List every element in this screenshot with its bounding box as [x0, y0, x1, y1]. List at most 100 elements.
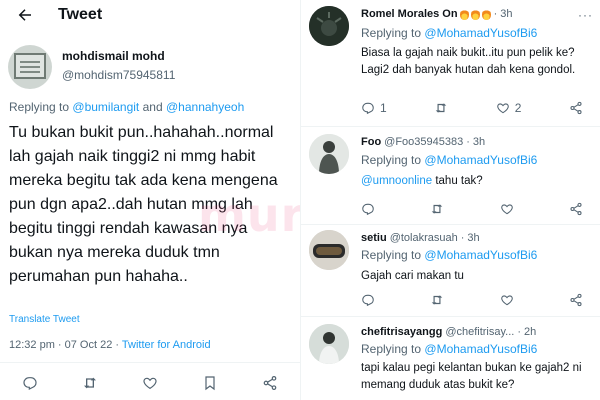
- like-button[interactable]: [142, 375, 158, 391]
- main-tweet-panel: Tweet mohdismail mohd @mohdism75945811 R…: [0, 0, 300, 400]
- reply-text-body: tahu tak?: [432, 175, 483, 187]
- replying-to-line: Replying to @MohamadYusofBi6: [361, 342, 597, 356]
- reply-icon: [23, 377, 37, 390]
- reply-action-bar: 1 2: [361, 101, 597, 115]
- share-icon: [263, 376, 277, 390]
- reply-author-name[interactable]: Romel Morales On: [361, 8, 458, 20]
- page-title: Tweet: [58, 6, 103, 23]
- timestamp[interactable]: 12:32 pm · 07 Oct 22 ·: [9, 339, 122, 351]
- separator-dot: ·: [493, 8, 498, 20]
- divider: [301, 126, 600, 127]
- more-icon[interactable]: ···: [578, 8, 593, 22]
- reply-count: 1: [380, 101, 387, 115]
- replying-to-line: Replying to @bumilangit and @hannahyeoh: [9, 100, 244, 114]
- reply-text: tapi kalau pegi kelantan bukan ke gajah2…: [361, 362, 582, 391]
- separator-dot: ·: [517, 326, 522, 338]
- reply-time[interactable]: 3h: [467, 232, 479, 244]
- author-name[interactable]: mohdismail mohd: [62, 49, 175, 63]
- divider: [301, 316, 600, 317]
- share-button[interactable]: [262, 375, 278, 391]
- tweet-metadata: 12:32 pm · 07 Oct 22 · Twitter for Andro…: [9, 339, 211, 351]
- flame-icon: [481, 8, 491, 20]
- retweet-button[interactable]: [82, 375, 98, 391]
- retweet-icon: [84, 377, 96, 389]
- replying-prefix: Replying to: [361, 342, 422, 356]
- reply-author-name[interactable]: setiu: [361, 232, 387, 244]
- mention-link[interactable]: @MohamadYusofBi6: [424, 26, 537, 40]
- replying-prefix: Replying to: [361, 26, 422, 40]
- reply-text: @umnoonline tahu tak?: [361, 173, 597, 190]
- replying-prefix: Replying to: [361, 153, 422, 167]
- bookmark-button[interactable]: [202, 375, 218, 391]
- reply-author-name[interactable]: chefitrisayangg: [361, 326, 442, 338]
- replying-prefix: Replying to: [9, 100, 70, 114]
- avatar[interactable]: [8, 45, 52, 89]
- reply-time[interactable]: 3h: [473, 136, 485, 148]
- reply-button[interactable]: [22, 375, 38, 391]
- replying-to-line: Replying to @MohamadYusofBi6: [361, 26, 597, 40]
- top-bar: Tweet: [0, 0, 300, 30]
- like-button[interactable]: [500, 202, 514, 216]
- retweet-icon: [432, 295, 443, 305]
- back-arrow-icon[interactable]: [14, 4, 36, 26]
- avatar[interactable]: [309, 324, 349, 364]
- share-icon: [570, 202, 582, 216]
- mention-link[interactable]: @umnoonline: [361, 175, 432, 187]
- reply-button[interactable]: [361, 202, 375, 216]
- mention-link[interactable]: @hannahyeoh: [166, 100, 244, 114]
- tweet-action-bar: [0, 373, 300, 393]
- reply-author-name[interactable]: Foo: [361, 136, 381, 148]
- reply-text: Gajah cari makan tu: [361, 270, 464, 282]
- flame-icon: [459, 8, 469, 20]
- mention-link[interactable]: @MohamadYusofBi6: [424, 248, 537, 262]
- client-link[interactable]: Twitter for Android: [122, 339, 211, 351]
- like-icon: [500, 204, 513, 215]
- retweet-icon: [432, 204, 443, 214]
- reply-action-bar: [361, 293, 597, 307]
- separator-dot: ·: [460, 232, 465, 244]
- retweet-button[interactable]: [434, 101, 448, 115]
- tweet-text: Tu bukan bukit pun..hahahah..normal lah …: [9, 124, 278, 285]
- like-icon: [496, 103, 509, 114]
- reply-time[interactable]: 2h: [524, 326, 536, 338]
- share-button[interactable]: [569, 202, 583, 216]
- mention-link[interactable]: @bumilangit: [72, 100, 139, 114]
- mention-link[interactable]: @MohamadYusofBi6: [424, 153, 537, 167]
- share-icon: [570, 293, 582, 307]
- like-button[interactable]: 2: [496, 101, 522, 115]
- avatar[interactable]: [309, 230, 349, 270]
- like-count: 2: [514, 101, 522, 115]
- avatar[interactable]: [309, 134, 349, 174]
- reply-author-handle[interactable]: @tolakrasuah: [390, 232, 458, 244]
- share-button[interactable]: [569, 293, 583, 307]
- reply-button[interactable]: 1: [361, 101, 387, 115]
- author-handle[interactable]: @mohdism75945811: [62, 68, 175, 82]
- reply-text: Biasa la gajah naik bukit..itu pun pelik…: [361, 47, 576, 76]
- retweet-icon: [435, 103, 447, 113]
- divider: [301, 224, 600, 225]
- reply-icon: [362, 203, 374, 216]
- divider: [0, 362, 300, 363]
- separator-dot: ·: [466, 136, 470, 148]
- replying-to-line: Replying to @MohamadYusofBi6: [361, 248, 597, 262]
- share-button[interactable]: [569, 101, 583, 115]
- reply-icon: [362, 102, 374, 115]
- bookmark-icon: [205, 376, 215, 391]
- like-button[interactable]: [500, 293, 514, 307]
- and-word: and: [142, 100, 163, 114]
- avatar[interactable]: [309, 6, 349, 46]
- reply-action-bar: [361, 202, 597, 216]
- tweet-author[interactable]: mohdismail mohd @mohdism75945811: [8, 45, 175, 89]
- flame-icon: [470, 8, 480, 20]
- reply-icon: [362, 294, 374, 307]
- like-icon: [143, 377, 157, 390]
- reply-time[interactable]: 3h: [500, 8, 512, 20]
- translate-link[interactable]: Translate Tweet: [9, 314, 80, 325]
- reply-author-handle[interactable]: @chefitrisay...: [445, 326, 514, 338]
- share-icon: [570, 101, 582, 115]
- retweet-button[interactable]: [430, 202, 444, 216]
- reply-button[interactable]: [361, 293, 375, 307]
- mention-link[interactable]: @MohamadYusofBi6: [424, 342, 537, 356]
- reply-author-handle[interactable]: @Foo35945383: [384, 136, 463, 148]
- retweet-button[interactable]: [430, 293, 444, 307]
